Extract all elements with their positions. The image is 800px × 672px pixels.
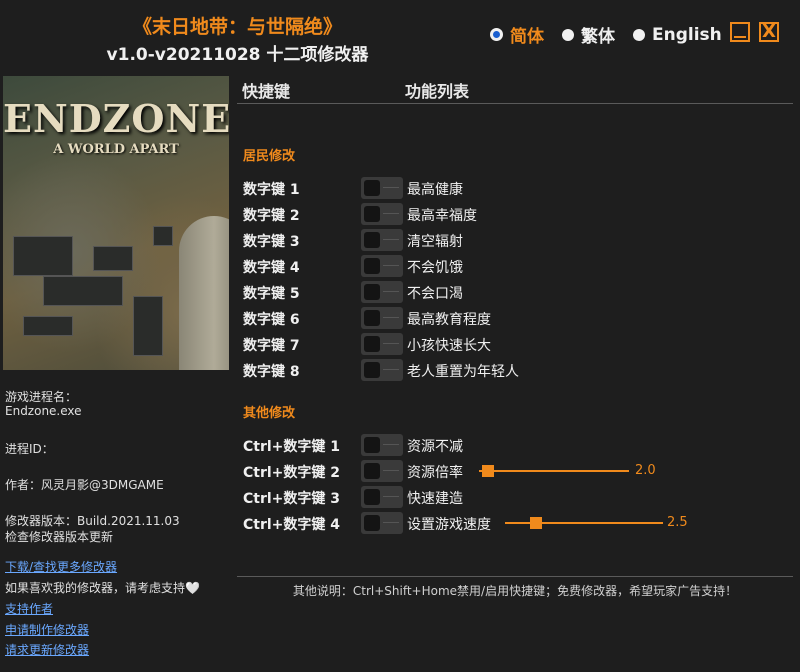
slider-thumb[interactable] <box>482 465 494 477</box>
version-info: 修改器版本：Build.2021.11.03 <box>5 514 180 528</box>
toggle-switch[interactable] <box>361 203 403 225</box>
cheat-label: 最高教育程度 <box>407 312 491 328</box>
toggle-switch[interactable] <box>361 307 403 329</box>
hotkey-label: Ctrl+数字键 1 <box>243 439 341 455</box>
cheat-row: 数字键 8 老人重置为年轻人 <box>243 358 793 382</box>
lang-traditional[interactable]: 繁体 <box>562 22 615 47</box>
toggle-switch[interactable] <box>361 460 403 482</box>
process-label: 游戏进程名： <box>5 390 78 404</box>
toggle-switch[interactable] <box>361 255 403 277</box>
toggle-switch[interactable] <box>361 177 403 199</box>
lang-label: 简体 <box>510 27 544 47</box>
cheat-row: 数字键 7 小孩快速长大 <box>243 332 793 356</box>
section-residents: 居民修改 <box>243 149 296 164</box>
process-value: Endzone.exe <box>5 404 82 418</box>
cheat-label: 老人重置为年轻人 <box>407 364 519 380</box>
close-icon[interactable]: X <box>759 22 779 42</box>
cheat-row: Ctrl+数字键 3 快速建造 <box>243 485 793 509</box>
slider-thumb[interactable] <box>530 517 542 529</box>
hotkey-label: 数字键 5 <box>243 286 300 302</box>
header-hotkey: 快捷键 <box>242 82 291 101</box>
cheat-label: 小孩快速长大 <box>407 338 491 354</box>
game-speed-slider[interactable] <box>505 511 663 535</box>
toggle-switch[interactable] <box>361 434 403 456</box>
request-update-link[interactable]: 请求更新修改器 <box>5 641 89 658</box>
download-more-link[interactable]: 下载/查找更多修改器 <box>5 558 117 575</box>
cover-sublogo: A WORLD APART <box>53 142 179 157</box>
cheat-row: 数字键 5 不会口渴 <box>243 280 793 304</box>
pid-label: 进程ID： <box>5 442 54 456</box>
cheat-row: Ctrl+数字键 2 资源倍率 2.0 <box>243 459 793 483</box>
hotkey-label: 数字键 3 <box>243 234 300 250</box>
toggle-switch[interactable] <box>361 512 403 534</box>
footer-note: 其他说明：Ctrl+Shift+Home禁用/启用快捷键；免费修改器，希望玩家广… <box>292 584 738 598</box>
radio-icon <box>633 28 645 41</box>
hotkey-label: Ctrl+数字键 4 <box>243 517 341 533</box>
cheat-label: 快速建造 <box>407 491 463 507</box>
radio-icon <box>562 28 574 41</box>
toggle-switch[interactable] <box>361 359 403 381</box>
cheat-row: Ctrl+数字键 4 设置游戏速度 2.5 <box>243 511 793 535</box>
cheat-label: 资源倍率 <box>407 465 463 481</box>
request-trainer-link[interactable]: 申请制作修改器 <box>5 621 89 638</box>
hotkey-label: 数字键 1 <box>243 182 300 198</box>
hotkey-label: 数字键 8 <box>243 364 300 380</box>
toggle-switch[interactable] <box>361 281 403 303</box>
hotkey-label: 数字键 2 <box>243 208 300 224</box>
cheat-row: 数字键 6 最高教育程度 <box>243 306 793 330</box>
hotkey-label: 数字键 7 <box>243 338 300 354</box>
minimize-icon[interactable] <box>730 22 750 42</box>
hotkey-label: Ctrl+数字键 2 <box>243 465 341 481</box>
lang-label: 繁体 <box>581 27 615 47</box>
support-author-link[interactable]: 支持作者 <box>5 600 53 617</box>
cheat-label: 最高健康 <box>407 182 463 198</box>
toggle-switch[interactable] <box>361 333 403 355</box>
radio-icon <box>490 28 503 41</box>
lang-label: English <box>652 24 722 45</box>
section-other: 其他修改 <box>243 406 296 421</box>
check-update-link[interactable]: 检查修改器版本更新 <box>5 528 113 545</box>
cheat-label: 不会饥饿 <box>407 260 463 276</box>
hotkey-label: Ctrl+数字键 3 <box>243 491 341 507</box>
toggle-switch[interactable] <box>361 486 403 508</box>
cheat-label: 资源不减 <box>407 439 463 455</box>
hotkey-label: 数字键 4 <box>243 260 300 276</box>
cheat-label: 设置游戏速度 <box>407 517 491 533</box>
resource-multiplier-slider[interactable] <box>479 459 629 483</box>
slider-value: 2.0 <box>635 463 656 478</box>
cheat-label: 清空辐射 <box>407 234 463 250</box>
footer-divider <box>237 576 793 577</box>
lang-english[interactable]: English <box>633 25 722 45</box>
header-functions: 功能列表 <box>405 82 470 101</box>
cheat-label: 最高幸福度 <box>407 208 477 224</box>
author-info: 作者：风灵月影@3DMGAME <box>5 478 164 492</box>
cheat-row: 数字键 2 最高幸福度 <box>243 202 793 226</box>
cheat-row: 数字键 3 清空辐射 <box>243 228 793 252</box>
cheat-row: 数字键 1 最高健康 <box>243 176 793 200</box>
app-title: 《末日地带：与世隔绝》 <box>132 16 342 38</box>
list-header: 快捷键 功能列表 <box>237 76 793 104</box>
toggle-switch[interactable] <box>361 229 403 251</box>
support-text: 如果喜欢我的修改器，请考虑支持🤍 <box>5 581 200 595</box>
language-selector: 简体 繁体 English <box>490 22 740 47</box>
cheat-row: Ctrl+数字键 1 资源不减 <box>243 433 793 457</box>
cover-logo: ENDZONE <box>3 96 229 141</box>
app-subtitle: v1.0-v20211028 十二项修改器 <box>106 45 369 65</box>
slider-value: 2.5 <box>667 515 688 530</box>
lang-simplified[interactable]: 简体 <box>490 22 544 47</box>
game-cover-image: ENDZONE A WORLD APART <box>3 76 229 370</box>
cheat-label: 不会口渴 <box>407 286 463 302</box>
cheat-row: 数字键 4 不会饥饿 <box>243 254 793 278</box>
hotkey-label: 数字键 6 <box>243 312 300 328</box>
